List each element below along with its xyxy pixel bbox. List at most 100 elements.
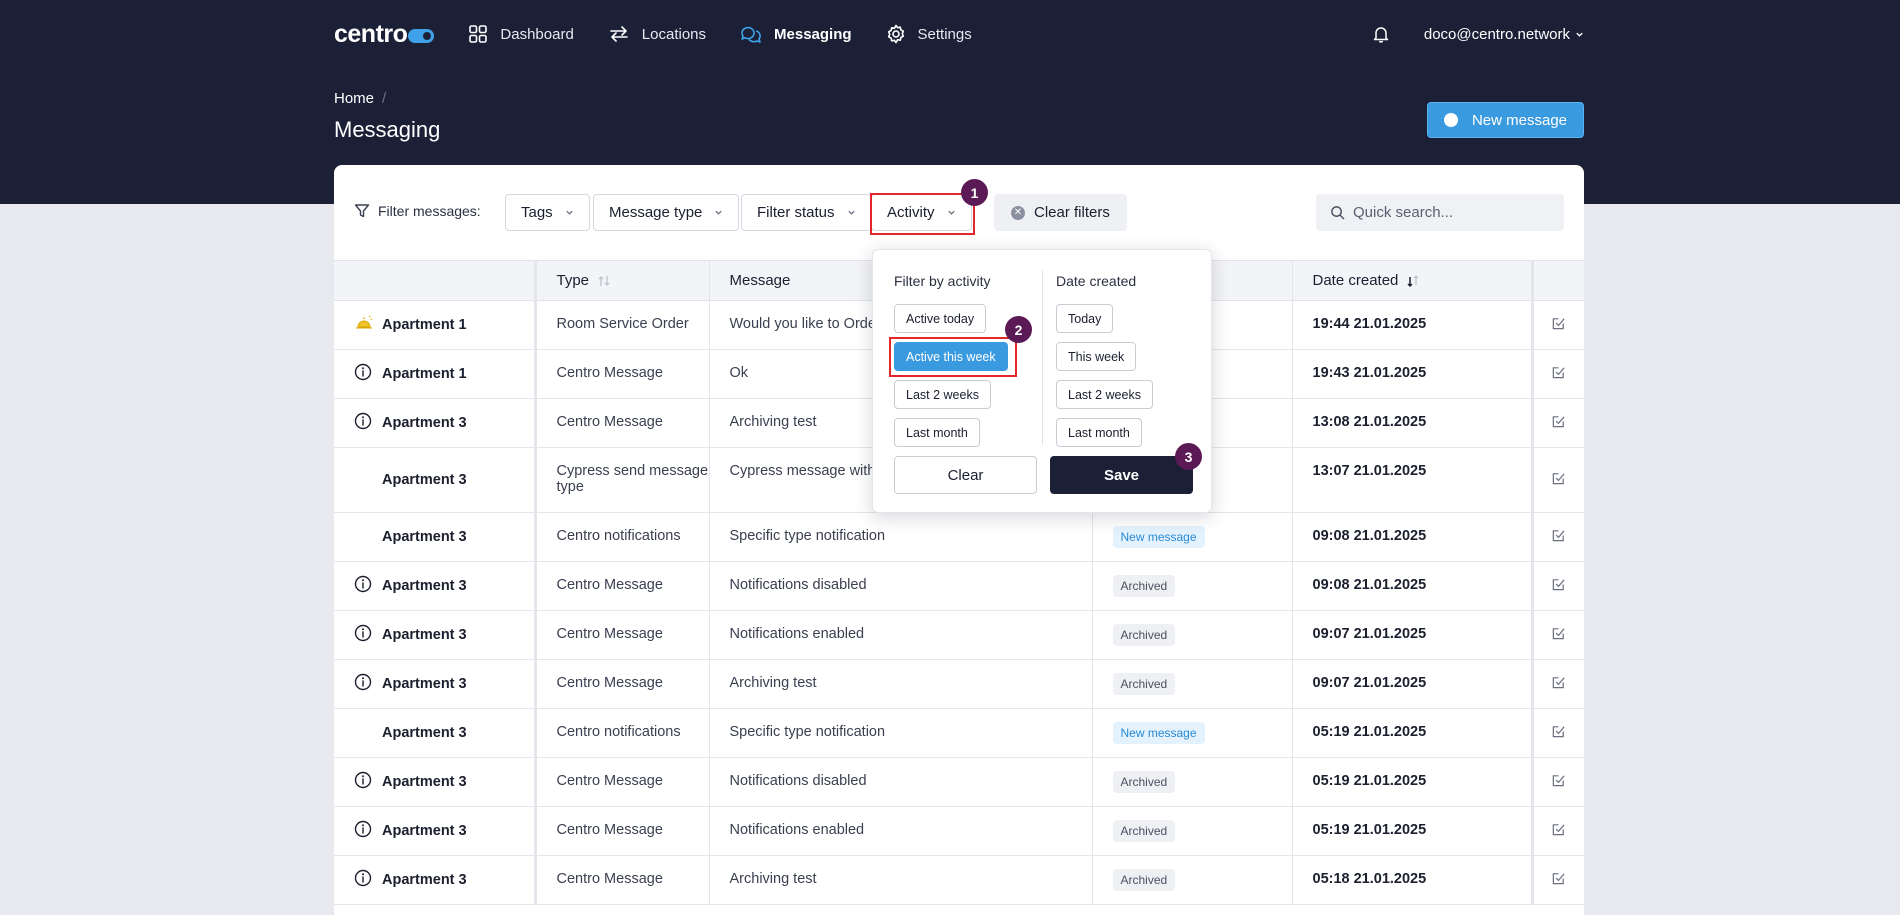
tags-filter-button[interactable]: Tags: [505, 194, 590, 231]
quick-search: [1316, 194, 1564, 231]
mark-read-icon[interactable]: [1551, 725, 1566, 743]
filter-status-button[interactable]: Filter status: [741, 194, 872, 231]
table-row[interactable]: Apartment 3 Centro Message Notifications d…: [334, 757, 1584, 807]
row-icon-slot: [354, 412, 382, 434]
message-cell: Notifications enabled: [709, 610, 1093, 660]
activity-dropdown: Filter by activity Date created Active t…: [872, 249, 1212, 513]
status-cell: Archived: [1092, 806, 1293, 856]
location-label: Apartment 3: [382, 872, 467, 888]
type-header[interactable]: Type: [535, 260, 710, 301]
row-action-cell: [1532, 561, 1584, 611]
mark-read-icon[interactable]: [1551, 823, 1566, 841]
filter-status-label: Filter status: [757, 204, 835, 221]
table-row[interactable]: Apartment 3 Centro Message Notifications e…: [334, 610, 1584, 660]
grid-icon: [469, 25, 488, 43]
table-row[interactable]: Apartment 3 Centro Message Notifications d…: [334, 561, 1584, 611]
mark-read-icon[interactable]: [1551, 366, 1566, 384]
sort-icon: [598, 276, 610, 287]
chip-this-week[interactable]: This week: [1056, 342, 1137, 371]
new-message-button[interactable]: New message: [1427, 102, 1584, 138]
search-icon: [1331, 206, 1345, 220]
date-header-label: Date created: [1312, 272, 1399, 289]
highlight-active-this-week: [889, 337, 1017, 377]
info-icon: [354, 412, 372, 434]
logo-pill-icon: [408, 28, 435, 43]
location-cell: Apartment 3: [334, 757, 537, 807]
centro-logo[interactable]: centro: [334, 20, 435, 49]
table-row[interactable]: Apartment 3 Centro notifications Specific …: [334, 708, 1584, 758]
info-icon: [354, 869, 372, 891]
message-type-filter-button[interactable]: Message type: [593, 194, 740, 231]
nav-messaging-label: Messaging: [774, 25, 852, 43]
dropdown-divider: [1042, 270, 1043, 445]
info-icon: [354, 820, 372, 842]
mark-read-icon[interactable]: [1551, 676, 1566, 694]
table-row[interactable]: Apartment 3 Centro Message Archiving test A…: [334, 659, 1584, 709]
row-icon-slot: [354, 575, 382, 597]
mark-read-icon[interactable]: [1551, 529, 1566, 547]
nav-dashboard[interactable]: Dashboard: [468, 24, 574, 44]
row-action-cell: [1532, 512, 1584, 562]
highlight-activity: [870, 193, 975, 235]
location-label: Apartment 3: [382, 823, 467, 839]
type-cell: Centro Message: [535, 806, 710, 856]
page-title: Messaging: [334, 117, 441, 142]
location-cell: Apartment 3: [334, 659, 537, 709]
step-badge-3: 3: [1175, 443, 1202, 470]
chevron-down-icon: [715, 210, 723, 215]
table-row[interactable]: Apartment 3 Centro Message Notifications e…: [334, 806, 1584, 856]
chip-last-2-weeks-date[interactable]: Last 2 weeks: [1056, 380, 1153, 409]
chip-today[interactable]: Today: [1056, 304, 1114, 333]
chip-last-2-weeks-activity[interactable]: Last 2 weeks: [894, 380, 991, 409]
type-cell: Cypress send message type: [535, 447, 710, 513]
mark-read-icon[interactable]: [1551, 872, 1566, 890]
location-label: Apartment 3: [382, 529, 467, 545]
location-label: Apartment 3: [382, 578, 467, 594]
chip-active-today[interactable]: Active today: [894, 304, 987, 333]
dropdown-save-button[interactable]: Save: [1050, 456, 1193, 494]
message-cell: Notifications disabled: [709, 757, 1093, 807]
notifications-bell-icon[interactable]: [1372, 25, 1390, 43]
date-cell: 13:07 21.01.2025: [1292, 447, 1534, 513]
quick-search-input[interactable]: [1353, 204, 1553, 221]
chip-last-month-date[interactable]: Last month: [1056, 418, 1142, 447]
filter-icon: [354, 204, 370, 218]
user-menu[interactable]: doco@centro.network: [1424, 26, 1584, 43]
chat-icon: [741, 26, 761, 43]
row-icon-slot: [354, 673, 382, 695]
dropdown-clear-button[interactable]: Clear: [894, 456, 1037, 494]
nav-locations-label: Locations: [641, 25, 707, 43]
breadcrumb-home[interactable]: Home: [334, 90, 374, 107]
clear-filters-label: Clear filters: [1034, 204, 1110, 221]
type-cell: Centro Message: [535, 659, 710, 709]
clear-filters-button[interactable]: ✕ Clear filters: [994, 194, 1127, 231]
mark-read-icon[interactable]: [1551, 578, 1566, 596]
location-label: Apartment 3: [382, 725, 467, 741]
chip-last-month-activity[interactable]: Last month: [894, 418, 980, 447]
location-label: Apartment 1: [382, 366, 467, 382]
gear-icon: [887, 24, 904, 44]
table-row[interactable]: Apartment 3 Centro Message Archiving test A…: [334, 855, 1584, 905]
nav-locations[interactable]: Locations: [608, 24, 706, 44]
row-action-cell: [1532, 708, 1584, 758]
status-badge: Archived: [1112, 869, 1176, 891]
mark-read-icon[interactable]: [1551, 415, 1566, 433]
mark-read-icon[interactable]: [1551, 317, 1566, 335]
new-message-icon: [1443, 113, 1458, 127]
nav-settings[interactable]: Settings: [886, 24, 972, 44]
location-cell: Apartment 3: [334, 855, 537, 905]
type-header-label: Type: [556, 272, 590, 289]
table-row[interactable]: Apartment 3 Centro notifications Specific …: [334, 512, 1584, 562]
date-created-header[interactable]: Date created: [1292, 260, 1534, 301]
nav-messaging[interactable]: Messaging: [740, 24, 852, 44]
date-cell: 19:44 21.01.2025: [1292, 300, 1534, 350]
sort-desc-icon: [1407, 275, 1419, 288]
mark-read-icon[interactable]: [1551, 774, 1566, 792]
row-action-cell: [1532, 398, 1584, 448]
mark-read-icon[interactable]: [1551, 472, 1566, 490]
date-cell: 09:08 21.01.2025: [1292, 512, 1534, 562]
mark-read-icon[interactable]: [1551, 627, 1566, 645]
row-icon-slot: [354, 869, 382, 891]
arrows-icon: [609, 26, 628, 42]
location-label: Apartment 3: [382, 774, 467, 790]
